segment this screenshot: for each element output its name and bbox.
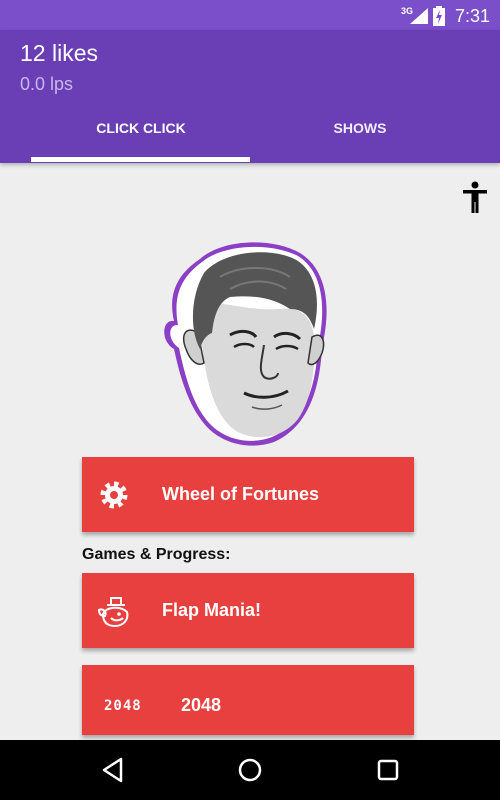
tab-shows[interactable]: SHOWS — [250, 120, 470, 160]
gear-icon — [100, 481, 128, 509]
character-face[interactable] — [160, 237, 335, 449]
flap-mania-button[interactable]: Flap Mania! — [82, 573, 414, 648]
game-2048-button[interactable]: 2048 2048 — [82, 665, 414, 735]
signal-icon — [410, 8, 428, 24]
home-icon[interactable] — [236, 756, 264, 784]
status-bar: 3G 7:31 — [0, 0, 500, 30]
bird-icon — [97, 597, 129, 628]
likes-per-second: 0.0 lps — [20, 74, 74, 94]
navigation-bar — [0, 740, 500, 800]
logo-2048-icon: 2048 — [104, 698, 142, 714]
battery-charging-icon — [433, 6, 445, 26]
clock: 7:31 — [455, 6, 491, 26]
tab-click-click[interactable]: CLICK CLICK — [31, 120, 251, 160]
app-bar: 12 likes 0.0 lps CLICK CLICK SHOWS — [0, 30, 500, 163]
wheel-of-fortunes-button[interactable]: Wheel of Fortunes — [82, 457, 414, 532]
game-2048-label: 2048 — [181, 695, 222, 715]
recents-icon[interactable] — [374, 756, 402, 784]
accessibility-icon[interactable] — [462, 181, 488, 213]
active-tab-indicator — [31, 157, 250, 162]
games-section-title: Games & Progress: — [82, 546, 231, 563]
wheel-button-label: Wheel of Fortunes — [162, 484, 319, 504]
back-icon[interactable] — [99, 756, 127, 784]
likes-count: 12 likes — [20, 40, 98, 66]
flap-mania-label: Flap Mania! — [162, 600, 262, 620]
